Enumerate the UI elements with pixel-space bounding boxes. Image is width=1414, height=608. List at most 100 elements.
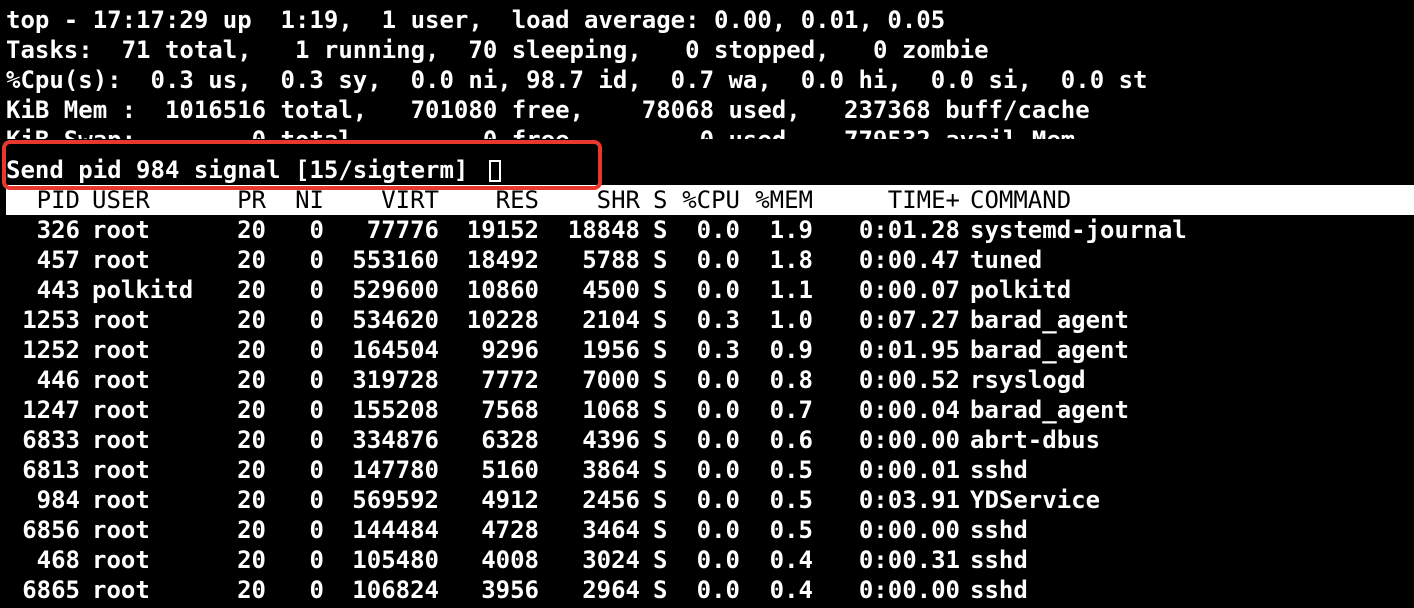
process-res: 18492 [466, 246, 539, 274]
process-user: root [92, 306, 150, 334]
process-pid: 457 [36, 246, 80, 274]
process-cpu: 0.0 [696, 426, 740, 454]
process-ni: 0 [309, 426, 324, 454]
process-pid: 446 [36, 366, 80, 394]
process-ni: 0 [309, 306, 324, 334]
process-ni: 0 [309, 276, 324, 304]
process-row[interactable]: 1252 root 20 0 164504 9296 1956 S 0.3 0.9 0:01.95 b… [6, 335, 1410, 365]
process-row[interactable]: 1247 root 20 0 155208 7568 1068 S 0.0 0.7 0:00.04 b… [6, 395, 1410, 425]
process-virt: 106824 [352, 576, 439, 604]
process-row[interactable]: 443 polkitd 20 0 529600 10860 4500 S 0.0 1.1 0:00.… [6, 275, 1410, 305]
process-virt: 164504 [352, 336, 439, 364]
process-time: 0:00.00 [858, 576, 960, 604]
process-row[interactable]: 1253 root 20 0 534620 10228 2104 S 0.3 1.0 0:07.27… [6, 305, 1410, 335]
process-pid: 326 [36, 216, 80, 244]
process-ni: 0 [309, 486, 324, 514]
process-command: tuned [970, 246, 1043, 274]
process-pr: 20 [237, 426, 266, 454]
process-user: root [92, 246, 150, 274]
process-res: 6328 [481, 426, 539, 454]
process-time: 0:00.01 [858, 456, 960, 484]
process-shr: 1068 [582, 396, 640, 424]
process-user: root [92, 216, 150, 244]
process-mem: 0.4 [769, 576, 813, 604]
process-command: sshd [970, 456, 1028, 484]
process-cpu: 0.0 [696, 576, 740, 604]
process-row[interactable]: 6813 root 20 0 147780 5160 3864 S 0.0 0.5 0:00.01 s… [6, 455, 1410, 485]
process-cpu: 0.0 [696, 456, 740, 484]
process-virt: 144484 [352, 516, 439, 544]
process-row[interactable]: 468 root 20 0 105480 4008 3024 S 0.0 0.4 0:00.31 ss… [6, 545, 1410, 575]
process-shr: 5788 [582, 246, 640, 274]
process-command: barad_agent [970, 336, 1129, 364]
process-virt: 529600 [352, 276, 439, 304]
process-pr: 20 [237, 246, 266, 274]
process-row[interactable]: 984 root 20 0 569592 4912 2456 S 0.0 0.5 0:03.91 YD… [6, 485, 1410, 515]
process-cpu: 0.0 [696, 396, 740, 424]
process-time: 0:01.28 [858, 216, 960, 244]
process-s: S [653, 456, 668, 484]
process-shr: 1956 [582, 336, 640, 364]
process-user: root [92, 336, 150, 364]
process-shr: 2104 [582, 306, 640, 334]
header-pr[interactable]: PR [206, 185, 266, 215]
process-mem: 0.4 [769, 546, 813, 574]
terminal-window[interactable]: top - 17:17:29 up 1:19, 1 user, load ave… [6, 5, 1414, 605]
signal-prompt[interactable]: Send pid 984 signal [15/sigterm] [6, 155, 1410, 185]
process-ni: 0 [309, 456, 324, 484]
process-shr: 7000 [582, 366, 640, 394]
process-table-header: PID USER PR NI VIRT RES SHR S %CPU %MEM … [6, 185, 1414, 215]
process-cpu: 0.0 [696, 516, 740, 544]
header-ni[interactable]: NI [276, 185, 324, 215]
process-pr: 20 [237, 306, 266, 334]
header-res[interactable]: RES [451, 185, 539, 215]
header-cpu[interactable]: %CPU [676, 185, 740, 215]
text-cursor[interactable] [488, 160, 501, 182]
process-s: S [653, 396, 668, 424]
process-pid: 6865 [22, 576, 80, 604]
process-time: 0:01.95 [858, 336, 960, 364]
process-res: 7772 [481, 366, 539, 394]
process-row[interactable]: 457 root 20 0 553160 18492 5788 S 0.0 1.8 0:00.47 t… [6, 245, 1410, 275]
process-command: sshd [970, 516, 1028, 544]
swap-line: KiB Swap: 0 total, 0 free, 0 used. 77953… [6, 125, 1410, 139]
process-time: 0:00.04 [858, 396, 960, 424]
process-mem: 0.7 [769, 396, 813, 424]
process-list: 326 root 20 0 77776 19152 18848 S 0.0 1.9 0:01.28 s… [6, 215, 1410, 605]
process-user: polkitd [92, 276, 194, 304]
process-time: 0:00.47 [858, 246, 960, 274]
header-mem[interactable]: %MEM [751, 185, 813, 215]
header-state[interactable]: S [653, 185, 667, 215]
process-s: S [653, 546, 668, 574]
header-pid[interactable]: PID [6, 185, 80, 215]
process-row[interactable]: 6833 root 20 0 334876 6328 4396 S 0.0 0.6 0:00.00 a… [6, 425, 1410, 455]
process-row[interactable]: 326 root 20 0 77776 19152 18848 S 0.0 1.9 0:01.28 s… [6, 215, 1410, 245]
process-s: S [653, 246, 668, 274]
header-command[interactable]: COMMAND [970, 185, 1071, 215]
header-virt[interactable]: VIRT [336, 185, 439, 215]
process-row[interactable]: 6865 root 20 0 106824 3956 2964 S 0.0 0.4 0:00.00 s… [6, 575, 1410, 605]
header-user[interactable]: USER [92, 185, 150, 215]
process-command: barad_agent [970, 306, 1129, 334]
process-command: rsyslogd [970, 366, 1086, 394]
process-mem: 0.9 [769, 336, 813, 364]
process-ni: 0 [309, 366, 324, 394]
process-res: 10860 [466, 276, 539, 304]
process-virt: 534620 [352, 306, 439, 334]
signal-prompt-text: Send pid 984 signal [15/sigterm] [6, 156, 483, 184]
process-pr: 20 [237, 516, 266, 544]
process-user: root [92, 486, 150, 514]
process-row[interactable]: 6856 root 20 0 144484 4728 3464 S 0.0 0.5 0:00.00 s… [6, 515, 1410, 545]
process-shr: 4396 [582, 426, 640, 454]
process-ni: 0 [309, 336, 324, 364]
process-command: abrt-dbus [970, 426, 1101, 454]
process-cpu: 0.3 [696, 306, 740, 334]
process-res: 9296 [481, 336, 539, 364]
header-shr[interactable]: SHR [551, 185, 640, 215]
process-cpu: 0.0 [696, 216, 740, 244]
header-time[interactable]: TIME+ [826, 185, 960, 215]
process-s: S [653, 486, 668, 514]
process-pr: 20 [237, 396, 266, 424]
process-user: root [92, 396, 150, 424]
process-row[interactable]: 446 root 20 0 319728 7772 7000 S 0.0 0.8 0:00.52 rs… [6, 365, 1410, 395]
